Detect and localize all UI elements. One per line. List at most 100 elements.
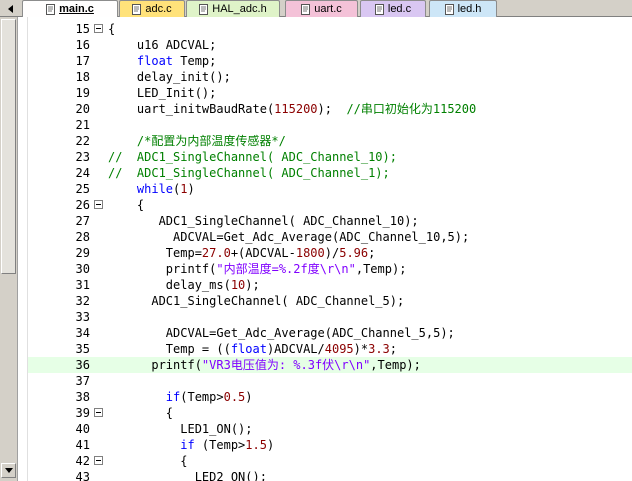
code-token: )* (353, 342, 369, 356)
code-line[interactable]: 25 while(1) (28, 181, 632, 197)
tab-led-h[interactable]: led.h (429, 0, 497, 17)
code-token: Temp; (173, 54, 217, 68)
chevron-left-icon (8, 4, 13, 13)
code-line[interactable]: 39 { (28, 405, 632, 421)
code-line[interactable]: 35 Temp = ((float)ADCVAL/4095)*3.3; (28, 341, 632, 357)
scrollbar-thumb[interactable] (1, 19, 16, 274)
code-line[interactable]: 40 LED1_ON(); (28, 421, 632, 437)
line-number: 19 (75, 86, 90, 100)
tab-label: led.c (387, 3, 412, 15)
arrow-down-icon (4, 467, 13, 473)
code-token: u16 ADCVAL; (108, 38, 217, 52)
code-token: 5.96 (339, 246, 369, 260)
code-text: Temp = ((float)ADCVAL/4095)*3.3; (108, 341, 397, 357)
code-text: delay_init(); (108, 69, 231, 85)
tab-uart-c[interactable]: uart.c (285, 0, 358, 17)
code-token: "内部温度=%.2f度\r\n" (216, 262, 356, 276)
code-token: Temp = (( (108, 342, 231, 356)
code-text: delay_ms(10); (108, 277, 260, 293)
code-text: u16 ADCVAL; (108, 37, 216, 53)
code-text: ADCVAL=Get_Adc_Average(ADC_Channel_5,5); (108, 325, 455, 341)
code-text: { (108, 197, 144, 213)
code-token: ) (187, 182, 195, 196)
tab-label: HAL_adc.h (212, 3, 267, 15)
code-line[interactable]: 18 delay_init(); (28, 69, 632, 85)
fold-collapse-icon[interactable] (94, 200, 103, 209)
code-token: if (180, 438, 195, 452)
code-token: // ADC1_SingleChannel( ADC_Channel_10); (108, 150, 397, 164)
tab-hal-adc-h[interactable]: HAL_adc.h (186, 0, 280, 17)
code-editor[interactable]: 15{16 u16 ADCVAL; 17 float Temp; 18 delay_… (28, 17, 632, 481)
code-line[interactable]: 27 ADC1_SingleChannel( ADC_Channel_10); (28, 213, 632, 229)
code-token: ; (389, 342, 398, 356)
code-line[interactable]: 23 // ADC1_SingleChannel( ADC_Channel_10)… (28, 149, 632, 165)
c-file-icon (301, 3, 311, 15)
line-number: 26 (75, 198, 90, 212)
code-line[interactable]: 17 float Temp; (28, 53, 632, 69)
fold-collapse-icon[interactable] (94, 408, 103, 417)
code-token: )ADCVAL/ (266, 342, 325, 356)
tab-adc-c[interactable]: adc.c (119, 0, 185, 17)
line-number: 36 (75, 358, 90, 372)
code-line[interactable]: 26 { (28, 197, 632, 213)
code-token: LED_Init(); (108, 86, 217, 100)
code-line[interactable]: 19 LED_Init(); (28, 85, 632, 101)
code-line[interactable]: 38 if(Temp>0.5) (28, 389, 632, 405)
code-token: ); (317, 102, 347, 116)
tab-main-c[interactable]: main.c (22, 0, 118, 17)
line-number: 30 (75, 262, 90, 276)
code-line[interactable]: 36 printf("VR3电压值为: %.3f伏\r\n",Temp); (28, 357, 632, 373)
bookmark-gutter[interactable] (19, 17, 28, 481)
code-token: ADC1_SingleChannel( ADC_Channel_5); (108, 294, 405, 308)
code-token: ADCVAL=Get_Adc_Average(ADC_Channel_5,5); (108, 326, 455, 340)
line-number: 37 (75, 374, 90, 388)
code-line[interactable]: 37 (28, 373, 632, 389)
code-token: ,Temp); (355, 262, 407, 276)
code-token: 115200 (274, 102, 318, 116)
code-token: (Temp> (194, 438, 246, 452)
code-token: (Temp> (180, 390, 224, 404)
line-number: 34 (75, 326, 90, 340)
code-line[interactable]: 43 LED2_ON(); (28, 469, 632, 481)
code-line[interactable]: 42 { (28, 453, 632, 469)
line-number: 32 (75, 294, 90, 308)
vertical-scrollbar[interactable] (0, 17, 18, 481)
code-token: delay_init(); (108, 70, 231, 84)
code-line[interactable]: 29 Temp=27.0+(ADCVAL-1800)/5.96; (28, 245, 632, 261)
code-text: // ADC1_SingleChannel( ADC_Channel_10); (108, 149, 397, 165)
code-line[interactable]: 16 u16 ADCVAL; (28, 37, 632, 53)
code-text: while(1) (108, 181, 195, 197)
code-line[interactable]: 32 ADC1_SingleChannel( ADC_Channel_5); (28, 293, 632, 309)
code-token: //串口初始化为115200 (346, 102, 477, 116)
code-line[interactable]: 22 /*配置为内部温度传感器*/ (28, 133, 632, 149)
code-token: 1 (180, 182, 188, 196)
line-number: 39 (75, 406, 90, 420)
line-number: 21 (75, 118, 90, 132)
scroll-down-button[interactable] (1, 463, 16, 478)
code-line[interactable]: 34 ADCVAL=Get_Adc_Average(ADC_Channel_5,… (28, 325, 632, 341)
code-line[interactable]: 28 ADCVAL=Get_Adc_Average(ADC_Channel_10… (28, 229, 632, 245)
line-number: 25 (75, 182, 90, 196)
c-file-icon (46, 3, 56, 15)
code-text: LED2_ON(); (108, 469, 267, 481)
code-token: 0.5 (223, 390, 246, 404)
code-line[interactable]: 24 // ADC1_SingleChannel( ADC_Channel_1); (28, 165, 632, 181)
code-line[interactable]: 20 uart_initwBaudRate(115200); //串口初始化为1… (28, 101, 632, 117)
code-line[interactable]: 21 (28, 117, 632, 133)
code-line[interactable]: 33 (28, 309, 632, 325)
tab-led-c[interactable]: led.c (360, 0, 426, 17)
tab-scroll-left-button[interactable] (0, 0, 22, 17)
code-token: ADCVAL=Get_Adc_Average(ADC_Channel_10,5)… (108, 230, 470, 244)
line-number: 31 (75, 278, 90, 292)
code-line[interactable]: 31 delay_ms(10); (28, 277, 632, 293)
code-line[interactable]: 15 { (28, 21, 632, 37)
code-line[interactable]: 30 printf("内部温度=%.2f度\r\n",Temp); (28, 261, 632, 277)
fold-collapse-icon[interactable] (94, 456, 103, 465)
code-text: LED_Init(); (108, 85, 216, 101)
code-token: ADC1_SingleChannel( ADC_Channel_10); (108, 214, 419, 228)
code-line[interactable]: 41 if (Temp>1.5) (28, 437, 632, 453)
code-token: printf( (108, 262, 217, 276)
fold-collapse-icon[interactable] (94, 24, 103, 33)
